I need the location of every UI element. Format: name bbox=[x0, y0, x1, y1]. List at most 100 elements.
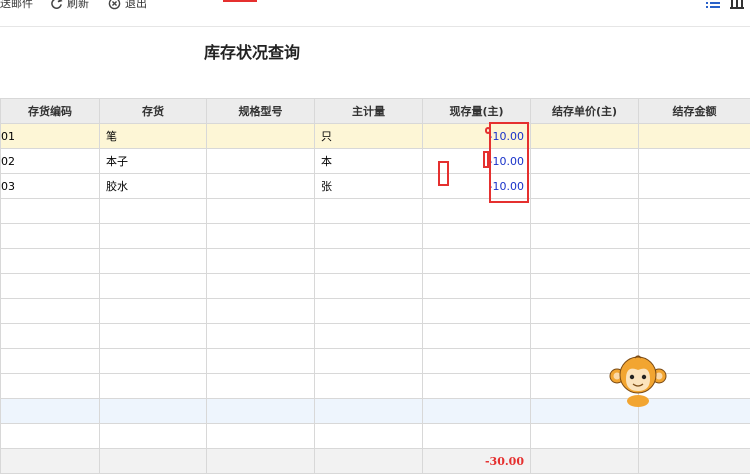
empty-cell[interactable] bbox=[1, 274, 100, 299]
cell-item[interactable]: 本子 bbox=[100, 149, 207, 174]
empty-cell[interactable] bbox=[315, 199, 423, 224]
empty-cell[interactable] bbox=[639, 274, 750, 299]
empty-cell[interactable] bbox=[207, 399, 315, 424]
empty-cell[interactable] bbox=[100, 249, 207, 274]
empty-cell[interactable] bbox=[315, 249, 423, 274]
empty-cell[interactable] bbox=[100, 424, 207, 449]
empty-cell[interactable] bbox=[315, 349, 423, 374]
empty-row[interactable] bbox=[1, 324, 750, 349]
empty-cell[interactable] bbox=[315, 424, 423, 449]
cell-amount[interactable] bbox=[639, 124, 750, 149]
empty-cell[interactable] bbox=[423, 249, 531, 274]
header-spec[interactable]: 规格型号 bbox=[207, 99, 315, 124]
cell-amount[interactable] bbox=[639, 149, 750, 174]
empty-cell[interactable] bbox=[207, 224, 315, 249]
cell-price[interactable] bbox=[531, 149, 639, 174]
cell-unit[interactable]: 张 bbox=[315, 174, 423, 199]
empty-cell[interactable] bbox=[1, 224, 100, 249]
cell-unit[interactable]: 本 bbox=[315, 149, 423, 174]
table-row[interactable]: 02 本子 本 -10.00 bbox=[1, 149, 750, 174]
monkey-mascot-icon[interactable] bbox=[608, 354, 668, 408]
empty-cell[interactable] bbox=[531, 249, 639, 274]
empty-row[interactable] bbox=[1, 249, 750, 274]
cell-spec[interactable] bbox=[207, 174, 315, 199]
empty-cell[interactable] bbox=[531, 424, 639, 449]
empty-row[interactable] bbox=[1, 274, 750, 299]
empty-cell[interactable] bbox=[1, 349, 100, 374]
empty-cell[interactable] bbox=[1, 299, 100, 324]
empty-cell[interactable] bbox=[423, 274, 531, 299]
empty-cell[interactable] bbox=[100, 324, 207, 349]
table-row[interactable]: 01 笔 只 -10.00 bbox=[1, 124, 750, 149]
empty-cell[interactable] bbox=[531, 299, 639, 324]
empty-cell[interactable] bbox=[1, 199, 100, 224]
empty-cell[interactable] bbox=[100, 274, 207, 299]
empty-cell[interactable] bbox=[207, 274, 315, 299]
empty-cell[interactable] bbox=[207, 424, 315, 449]
empty-cell[interactable] bbox=[531, 224, 639, 249]
column-view-button[interactable] bbox=[730, 0, 744, 12]
cell-price[interactable] bbox=[531, 124, 639, 149]
empty-cell[interactable] bbox=[207, 299, 315, 324]
empty-cell[interactable] bbox=[639, 424, 750, 449]
empty-cell[interactable] bbox=[315, 274, 423, 299]
empty-cell[interactable] bbox=[100, 224, 207, 249]
cell-code[interactable]: 03 bbox=[1, 174, 100, 199]
empty-cell[interactable] bbox=[207, 199, 315, 224]
empty-cell[interactable] bbox=[531, 324, 639, 349]
empty-row[interactable] bbox=[1, 424, 750, 449]
refresh-button[interactable]: 刷新 bbox=[50, 0, 89, 12]
empty-cell[interactable] bbox=[531, 199, 639, 224]
empty-row[interactable] bbox=[1, 199, 750, 224]
empty-cell[interactable] bbox=[207, 249, 315, 274]
empty-cell[interactable] bbox=[1, 424, 100, 449]
cell-item[interactable]: 笔 bbox=[100, 124, 207, 149]
cell-code[interactable]: 01 bbox=[1, 124, 100, 149]
empty-cell[interactable] bbox=[100, 299, 207, 324]
empty-cell[interactable] bbox=[1, 399, 100, 424]
empty-cell[interactable] bbox=[315, 224, 423, 249]
empty-cell[interactable] bbox=[639, 249, 750, 274]
empty-cell[interactable] bbox=[639, 224, 750, 249]
cell-code[interactable]: 02 bbox=[1, 149, 100, 174]
empty-cell[interactable] bbox=[315, 299, 423, 324]
header-item[interactable]: 存货 bbox=[100, 99, 207, 124]
cell-price[interactable] bbox=[531, 174, 639, 199]
empty-cell[interactable] bbox=[639, 199, 750, 224]
empty-cell[interactable] bbox=[100, 199, 207, 224]
empty-row[interactable] bbox=[1, 299, 750, 324]
send-email-button[interactable]: 送邮件 bbox=[0, 0, 33, 12]
header-code[interactable]: 存货编码 bbox=[1, 99, 100, 124]
empty-cell[interactable] bbox=[423, 349, 531, 374]
empty-cell[interactable] bbox=[207, 374, 315, 399]
empty-row[interactable] bbox=[1, 224, 750, 249]
empty-cell[interactable] bbox=[531, 274, 639, 299]
empty-cell[interactable] bbox=[1, 249, 100, 274]
empty-cell[interactable] bbox=[207, 324, 315, 349]
cell-amount[interactable] bbox=[639, 174, 750, 199]
empty-cell[interactable] bbox=[207, 349, 315, 374]
header-amount[interactable]: 结存金额 bbox=[639, 99, 750, 124]
cell-item[interactable]: 胶水 bbox=[100, 174, 207, 199]
empty-cell[interactable] bbox=[423, 224, 531, 249]
empty-cell[interactable] bbox=[423, 299, 531, 324]
empty-cell[interactable] bbox=[100, 399, 207, 424]
empty-cell[interactable] bbox=[315, 399, 423, 424]
empty-cell[interactable] bbox=[100, 374, 207, 399]
header-price[interactable]: 结存单价(主) bbox=[531, 99, 639, 124]
empty-cell[interactable] bbox=[423, 424, 531, 449]
table-row[interactable]: 03 胶水 张 -10.00 bbox=[1, 174, 750, 199]
empty-cell[interactable] bbox=[100, 349, 207, 374]
empty-cell[interactable] bbox=[423, 374, 531, 399]
empty-cell[interactable] bbox=[315, 374, 423, 399]
cell-spec[interactable] bbox=[207, 149, 315, 174]
cell-spec[interactable] bbox=[207, 124, 315, 149]
empty-cell[interactable] bbox=[639, 324, 750, 349]
exit-button[interactable]: 退出 bbox=[108, 0, 147, 12]
list-view-button[interactable] bbox=[706, 0, 720, 12]
empty-cell[interactable] bbox=[1, 324, 100, 349]
empty-cell[interactable] bbox=[423, 324, 531, 349]
empty-cell[interactable] bbox=[315, 324, 423, 349]
empty-cell[interactable] bbox=[423, 399, 531, 424]
header-qty[interactable]: 现存量(主) bbox=[423, 99, 531, 124]
